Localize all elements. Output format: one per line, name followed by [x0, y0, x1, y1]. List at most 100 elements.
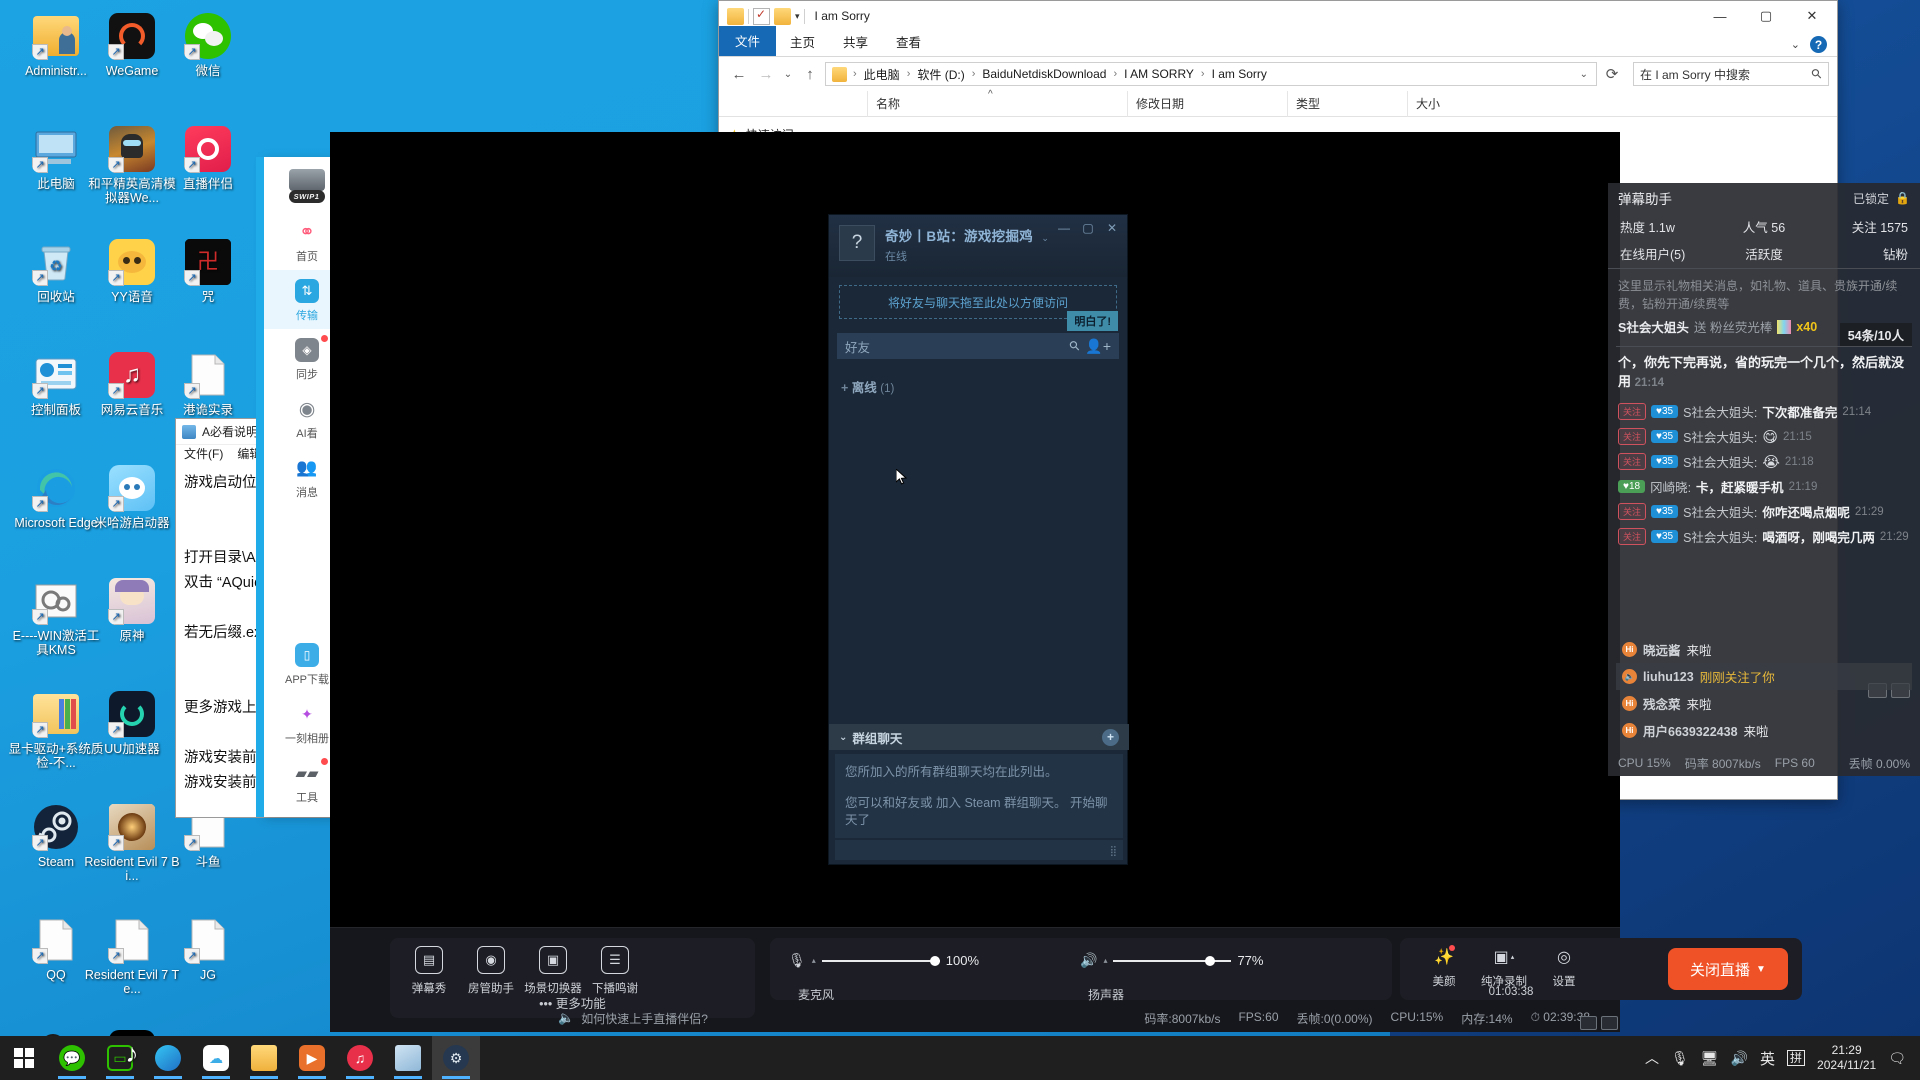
- layout-icon[interactable]: [1580, 1016, 1597, 1030]
- stream-tool-record[interactable]: ▣ ▴ 纯净录制: [1474, 944, 1534, 989]
- breadcrumb[interactable]: › 此电脑 › 软件 (D:) › BaiduNetdiskDownload ›…: [825, 62, 1597, 86]
- breadcrumb-item-4[interactable]: I am Sorry: [1207, 65, 1272, 83]
- taskbar-app-netease-music[interactable]: ♫: [336, 1036, 384, 1080]
- avatar[interactable]: SWIP1: [287, 169, 327, 203]
- steam-offline-group[interactable]: + 离线 (1): [841, 377, 1115, 396]
- desktop-icon[interactable]: 卍 ↗ 咒: [160, 238, 256, 304]
- properties-icon[interactable]: [753, 7, 770, 25]
- minimize-button[interactable]: —: [1053, 219, 1075, 237]
- follow-badge[interactable]: 关注: [1618, 403, 1647, 420]
- plus-circle-icon[interactable]: +: [1102, 728, 1119, 746]
- speaker-slider[interactable]: [1113, 955, 1232, 966]
- stream-tool-scene-switch[interactable]: ▣ 场景切换器: [522, 946, 584, 996]
- column-name[interactable]: 名称 ^: [867, 89, 1127, 117]
- ime-mode-indicator[interactable]: 拼: [1787, 1050, 1806, 1066]
- tab-share[interactable]: 共享: [829, 28, 882, 56]
- mic-slider-knob[interactable]: [929, 955, 940, 966]
- taskbar-app-edge[interactable]: [144, 1036, 192, 1080]
- back-button[interactable]: ←: [727, 62, 751, 86]
- folder-icon[interactable]: [727, 7, 744, 25]
- desktop-icon[interactable]: ↗ 港诡实录: [160, 351, 256, 417]
- ime-language-indicator[interactable]: 英: [1760, 1048, 1775, 1069]
- forward-button[interactable]: →: [754, 62, 778, 86]
- column-date[interactable]: 修改日期: [1127, 90, 1287, 117]
- expand-ribbon-icon[interactable]: ⌄: [1791, 38, 1800, 51]
- menu-file[interactable]: 文件(F): [184, 445, 223, 465]
- column-type[interactable]: 类型: [1287, 90, 1407, 117]
- speaker-slider-knob[interactable]: [1205, 955, 1216, 966]
- stream-tool-thanks[interactable]: ☰ 下播鸣谢: [584, 946, 646, 996]
- maximize-button[interactable]: ▢: [1077, 219, 1099, 237]
- steam-friend-list[interactable]: + 离线 (1): [829, 369, 1127, 674]
- help-icon[interactable]: ?: [1810, 36, 1827, 53]
- new-folder-icon[interactable]: [774, 7, 791, 25]
- tab-home[interactable]: 主页: [776, 28, 829, 56]
- steam-group-chat-header[interactable]: ⌄ 群组聊天 +: [829, 724, 1129, 750]
- speaker-icon[interactable]: 🔊: [1080, 952, 1097, 969]
- close-button[interactable]: ✕: [1789, 1, 1835, 31]
- danmu-message-row[interactable]: 关注 ♥35 S社会大姐头: 下次都准备完 21:14: [1616, 399, 1912, 424]
- danmu-message-row[interactable]: 关注 ♥35 S社会大姐头: 你咋还喝点烟呢 21:29: [1616, 499, 1912, 524]
- notification-icon[interactable]: 🗨: [1888, 1050, 1906, 1067]
- chevron-up-icon[interactable]: ▴: [1511, 953, 1515, 961]
- desktop-icon[interactable]: ↗ 直播伴侣: [160, 125, 256, 191]
- stream-tool-settings[interactable]: ◎ 设置: [1534, 944, 1594, 989]
- breadcrumb-item-2[interactable]: BaiduNetdiskDownload: [977, 65, 1111, 83]
- taskbar-app-live-companion[interactable]: ▶: [288, 1036, 336, 1080]
- taskbar-app-wechat[interactable]: 💬: [48, 1036, 96, 1080]
- taskbar-app-notepad[interactable]: [384, 1036, 432, 1080]
- danmu-message-row[interactable]: ♥18 冈崎晓: 卡，赶紧暖手机 21:19: [1616, 474, 1912, 499]
- got-it-button[interactable]: 明白了!: [1067, 311, 1118, 331]
- follow-badge[interactable]: 关注: [1618, 528, 1647, 545]
- group-expander-icon[interactable]: +: [841, 381, 848, 395]
- breadcrumb-item-1[interactable]: 软件 (D:): [912, 64, 969, 85]
- danmu-message-row[interactable]: 关注 ♥35 S社会大姐头: 喝酒呀，刚喝完几两 21:29: [1616, 524, 1912, 549]
- network-icon[interactable]: 🖥: [1701, 1050, 1719, 1067]
- follow-badge[interactable]: 关注: [1618, 453, 1647, 470]
- stream-tool-room-admin[interactable]: ◉ 房管助手: [460, 946, 522, 996]
- mic-icon[interactable]: 🎙: [1671, 1050, 1689, 1067]
- up-button[interactable]: ↑: [798, 62, 822, 86]
- search-icon[interactable]: ⚲: [1066, 337, 1084, 355]
- taskbar-app-baidu-netdisk[interactable]: ☁: [192, 1036, 240, 1080]
- lock-icon[interactable]: 🔒: [1895, 191, 1910, 205]
- chevron-down-icon[interactable]: ▾: [795, 11, 800, 22]
- danmu-message-row[interactable]: 关注 ♥35 S社会大姐头: 😋 21:15: [1616, 424, 1912, 449]
- chevron-down-icon[interactable]: ⌄: [1580, 69, 1588, 80]
- stop-stream-button[interactable]: 关闭直播 ▼: [1668, 948, 1788, 990]
- mic-slider[interactable]: [821, 955, 940, 966]
- chevron-down-icon[interactable]: ⌄: [1041, 233, 1049, 243]
- resize-grip-icon[interactable]: ⣿: [1110, 846, 1118, 857]
- breadcrumb-item-3[interactable]: I AM SORRY: [1119, 65, 1199, 83]
- volume-icon[interactable]: 🔊: [1731, 1050, 1748, 1067]
- chevron-down-icon[interactable]: ⌄: [839, 732, 847, 743]
- column-size[interactable]: 大小: [1407, 90, 1527, 117]
- tab-view[interactable]: 查看: [882, 28, 935, 56]
- taskbar-app-steam[interactable]: ⚙: [432, 1036, 480, 1080]
- breadcrumb-item-0[interactable]: 此电脑: [859, 64, 905, 85]
- speaker-control[interactable]: 🔊 ▴ 77% 扬声器: [1080, 952, 1263, 1002]
- monitor-icon[interactable]: [1601, 1016, 1618, 1030]
- taskbar-app-file-explorer[interactable]: [240, 1036, 288, 1080]
- chevron-up-icon[interactable]: ▴: [812, 956, 816, 965]
- microphone-control[interactable]: 🎙 ▴ 100% 麦克风: [788, 952, 979, 1002]
- danmu-tab[interactable]: 钻粉: [1812, 244, 1908, 263]
- taskbar[interactable]: 💬 ▭ ☁ ▶ ♫ ⚙ ︿ 🎙 🖥 🔊 英 拼 21:29 2024/11/21 🗨: [0, 1036, 1920, 1080]
- maximize-button[interactable]: ▢: [1743, 1, 1789, 31]
- search-input[interactable]: 在 I am Sorry 中搜索 ⚲: [1633, 62, 1829, 86]
- desktop-icon[interactable]: ↗ 米哈游启动器: [84, 464, 180, 530]
- danmu-tab[interactable]: 活跃度: [1716, 244, 1812, 263]
- desktop-icon[interactable]: ↗ JG: [160, 916, 256, 982]
- danmu-message-row[interactable]: 关注 ♥35 S社会大姐头: 😭 21:18: [1616, 449, 1912, 474]
- minimize-button[interactable]: —: [1697, 1, 1743, 31]
- add-friend-icon[interactable]: 👤+: [1085, 338, 1111, 355]
- close-button[interactable]: ✕: [1101, 219, 1123, 237]
- danmu-tab[interactable]: 在线用户(5): [1620, 244, 1716, 263]
- recent-locations-icon[interactable]: ⌄: [781, 62, 795, 86]
- tab-file[interactable]: 文件: [719, 26, 777, 56]
- steam-friends-window[interactable]: ? 奇妙丨B站：游戏挖掘鸡 ⌄ 在线 — ▢ ✕ 将好友与聊天拖至此处以方便访问…: [828, 214, 1129, 865]
- mic-icon[interactable]: 🎙: [788, 952, 806, 969]
- start-button[interactable]: [0, 1036, 48, 1080]
- stream-tool-beauty[interactable]: ✨ 美颜: [1414, 944, 1474, 989]
- refresh-button[interactable]: ⟳: [1600, 62, 1624, 86]
